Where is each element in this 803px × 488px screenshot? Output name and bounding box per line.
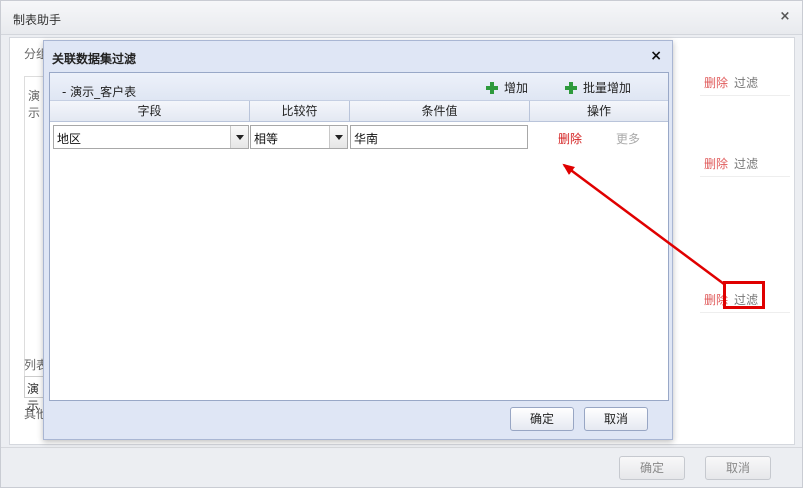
close-icon[interactable]: × [778, 10, 792, 24]
group-header: - 演示_客户表 增加 批量增加 [50, 73, 668, 101]
outer-filter-link[interactable]: 过滤 [734, 155, 758, 172]
filter-panel: - 演示_客户表 增加 批量增加 字段 比较符 条件值 操作 地区 相等 华南 … [49, 72, 669, 401]
modal-title: 关联数据集过滤 [52, 52, 137, 66]
condition-value-input[interactable]: 华南 [350, 125, 528, 149]
field-select-value: 地区 [57, 132, 82, 146]
outer-delete-link[interactable]: 删除 [704, 155, 728, 172]
outer-dialog-footer: 确定 取消 [1, 447, 802, 487]
column-header-field: 字段 [50, 101, 250, 121]
chevron-down-icon [335, 135, 343, 140]
group-title[interactable]: - 演示_客户表 [62, 83, 136, 100]
column-header-operator: 比较符 [250, 101, 350, 121]
filter-modal: 关联数据集过滤 × - 演示_客户表 增加 批量增加 字段 比较符 条件值 操作… [43, 40, 673, 440]
table-header: 字段 比较符 条件值 操作 [50, 101, 668, 122]
outer-filter-link[interactable]: 过滤 [734, 74, 758, 91]
operator-select[interactable]: 相等 [250, 125, 348, 149]
outer-delete-link[interactable]: 删除 [704, 74, 728, 91]
outer-cancel-button[interactable]: 取消 [705, 456, 771, 480]
annotation-highlight-box [723, 281, 765, 309]
more-link[interactable]: 更多 [616, 130, 640, 147]
column-header-value: 条件值 [350, 101, 530, 121]
batch-add-label: 批量增加 [583, 81, 632, 95]
outer-dialog-titlebar: 制表助手 × [1, 1, 802, 35]
field-select-arrow[interactable] [230, 126, 248, 148]
column-header-actions: 操作 [586, 104, 611, 118]
chevron-down-icon [236, 135, 244, 140]
condition-value-text: 华南 [354, 132, 379, 146]
cancel-button[interactable]: 取消 [584, 407, 648, 431]
outer-dialog-title: 制表助手 [13, 13, 62, 27]
outer-confirm-button[interactable]: 确定 [619, 456, 685, 480]
delete-link[interactable]: 删除 [558, 130, 582, 147]
plus-icon [486, 82, 498, 94]
outer-row-actions: 删除 过滤 [700, 153, 790, 177]
plus-icon [565, 82, 577, 94]
outer-row-actions: 删除 过滤 [700, 72, 790, 96]
add-button[interactable]: 增加 [486, 79, 528, 95]
operator-select-value: 相等 [254, 132, 279, 146]
confirm-button[interactable]: 确定 [510, 407, 574, 431]
batch-add-button[interactable]: 批量增加 [565, 79, 631, 95]
operator-select-arrow[interactable] [329, 126, 347, 148]
add-label: 增加 [504, 81, 529, 95]
field-select[interactable]: 地区 [53, 125, 249, 149]
close-icon[interactable]: × [650, 48, 662, 64]
